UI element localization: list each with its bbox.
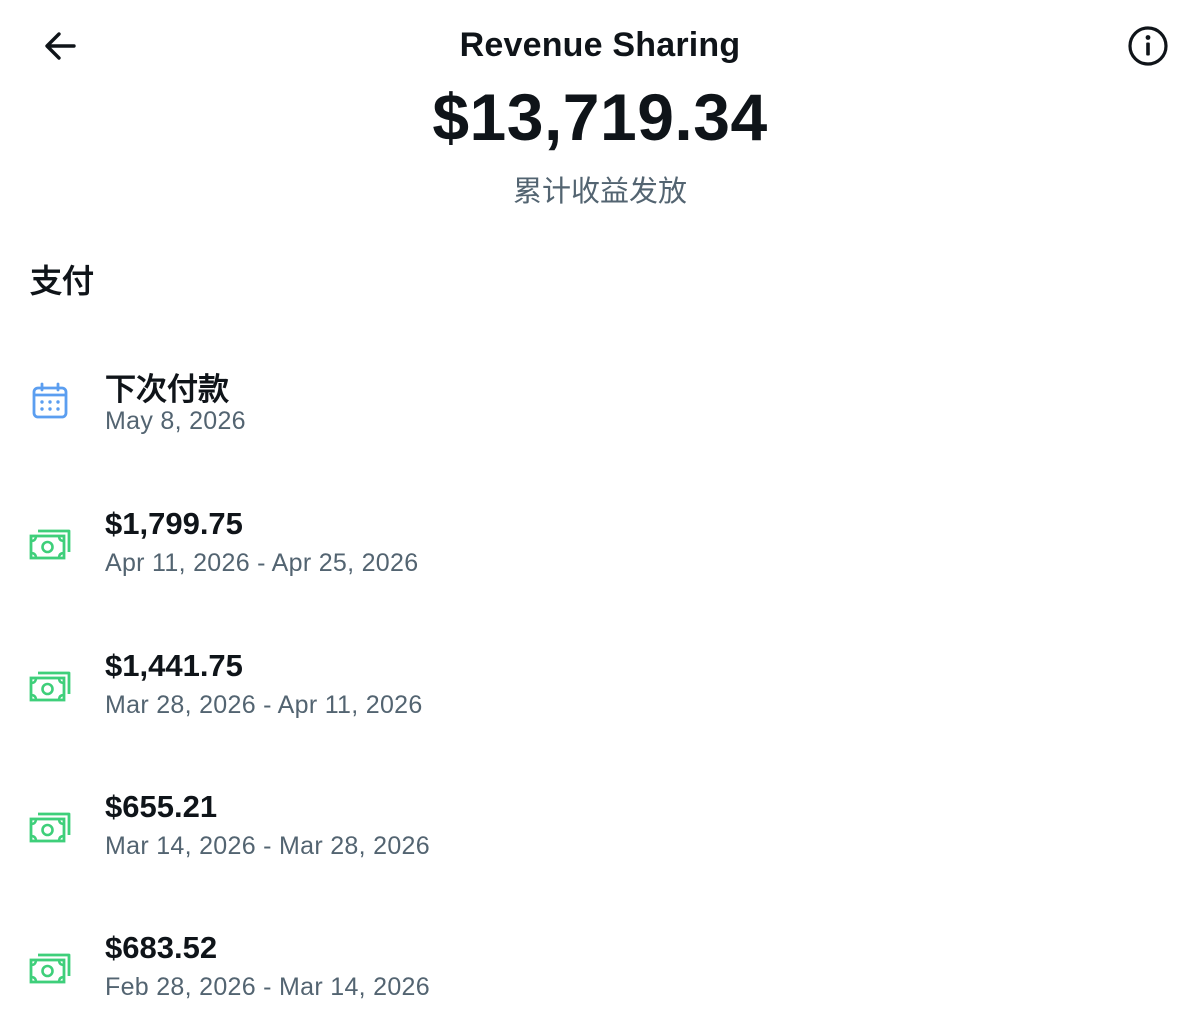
calendar-icon bbox=[26, 377, 74, 425]
payout-period: Mar 28, 2026 - Apr 11, 2026 bbox=[105, 691, 423, 719]
next-payment-label: 下次付款 bbox=[105, 372, 229, 408]
total-earnings-amount: $13,719.34 bbox=[432, 80, 768, 154]
info-circle-icon bbox=[1126, 24, 1170, 73]
money-icon bbox=[26, 944, 74, 992]
money-icon bbox=[26, 662, 74, 710]
payout-amount: $683.52 bbox=[105, 930, 218, 965]
payout-amount: $1,441.75 bbox=[105, 648, 243, 683]
next-payment-row[interactable]: 下次付款 May 8, 2026 bbox=[0, 350, 1200, 460]
next-payment-date: May 8, 2026 bbox=[105, 407, 246, 435]
payout-row[interactable]: $1,799.75 Apr 11, 2026 - Apr 25, 2026 bbox=[0, 492, 1200, 602]
money-icon bbox=[26, 520, 74, 568]
payout-period: Apr 11, 2026 - Apr 25, 2026 bbox=[105, 549, 419, 577]
payout-row[interactable]: $1,441.75 Mar 28, 2026 - Apr 11, 2026 bbox=[0, 634, 1200, 744]
total-earnings-caption: 累计收益发放 bbox=[512, 174, 687, 208]
payout-amount: $655.21 bbox=[105, 789, 218, 824]
money-icon bbox=[26, 803, 74, 851]
payout-row[interactable]: $683.52 Feb 28, 2026 - Mar 14, 2026 bbox=[0, 916, 1200, 1026]
page-title: Revenue Sharing bbox=[459, 26, 741, 64]
payout-amount: $1,799.75 bbox=[105, 506, 243, 541]
payout-period: Feb 28, 2026 - Mar 14, 2026 bbox=[105, 973, 430, 1001]
info-button[interactable] bbox=[1122, 22, 1174, 74]
payout-row[interactable]: $655.21 Mar 14, 2026 - Mar 28, 2026 bbox=[0, 775, 1200, 885]
payouts-section-title: 支付 bbox=[30, 262, 95, 300]
payout-period: Mar 14, 2026 - Mar 28, 2026 bbox=[105, 832, 430, 860]
